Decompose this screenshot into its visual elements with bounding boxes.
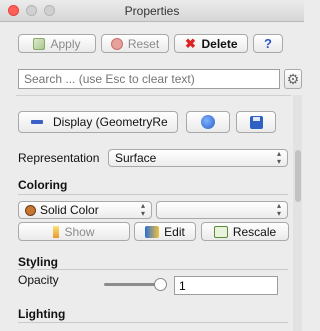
rescale-button[interactable]: Rescale bbox=[201, 222, 289, 241]
representation-value: Surface bbox=[115, 151, 157, 165]
display-button[interactable]: Display (GeometryRe bbox=[18, 111, 178, 133]
select-arrows-icon: ▴ ▾ bbox=[140, 201, 145, 218]
lighting-heading: Lighting bbox=[18, 307, 66, 321]
apply-icon bbox=[33, 37, 46, 50]
search-input[interactable] bbox=[18, 69, 280, 89]
display-line-icon bbox=[31, 120, 43, 124]
gear-icon: ⚙ bbox=[286, 70, 300, 87]
opacity-input[interactable] bbox=[174, 276, 278, 295]
help-icon: ? bbox=[264, 36, 272, 51]
reset-button[interactable]: Reset bbox=[101, 34, 169, 53]
refresh-icon bbox=[201, 115, 215, 129]
save-icon bbox=[249, 115, 263, 129]
reset-icon bbox=[110, 37, 123, 50]
coloring-mode-select[interactable]: Solid Color ▴ ▾ bbox=[18, 201, 152, 219]
styling-divider bbox=[18, 269, 288, 270]
delete-x-icon: ✖ bbox=[185, 35, 196, 51]
show-color-legend-button[interactable]: Show bbox=[18, 222, 130, 241]
title-bar: Properties bbox=[0, 0, 304, 22]
window-title: Properties bbox=[124, 4, 180, 18]
rescale-label: Rescale bbox=[232, 224, 277, 239]
representation-label: Representation bbox=[18, 151, 100, 165]
opacity-slider-knob[interactable] bbox=[154, 278, 167, 291]
apply-label: Apply bbox=[50, 36, 81, 51]
opacity-label: Opacity bbox=[18, 273, 59, 287]
coloring-heading: Coloring bbox=[18, 178, 68, 192]
representation-select[interactable]: Surface ▴ ▾ bbox=[108, 149, 288, 167]
coloring-mode-value: Solid Color bbox=[40, 203, 99, 217]
delete-button[interactable]: ✖ Delete bbox=[174, 34, 248, 53]
refresh-button[interactable] bbox=[186, 111, 230, 133]
rescale-icon bbox=[213, 225, 228, 238]
scrollbar-track[interactable] bbox=[293, 95, 302, 331]
color-map-edit-icon bbox=[145, 225, 160, 238]
edit-label: Edit bbox=[164, 224, 185, 239]
styling-heading: Styling bbox=[18, 255, 59, 269]
color-array-select[interactable]: ▴ ▾ bbox=[156, 201, 288, 219]
save-button[interactable] bbox=[236, 111, 276, 133]
solid-color-swatch-icon bbox=[25, 204, 36, 216]
coloring-mode-value-wrap: Solid Color bbox=[25, 203, 99, 217]
advanced-settings-button[interactable]: ⚙ bbox=[284, 69, 302, 89]
scrollbar-thumb[interactable] bbox=[295, 150, 301, 202]
select-arrows-icon: ▴ ▾ bbox=[276, 149, 281, 166]
lighting-divider bbox=[18, 322, 288, 323]
select-arrows-icon: ▴ ▾ bbox=[276, 201, 281, 218]
show-label: Show bbox=[64, 224, 95, 239]
coloring-divider bbox=[18, 194, 288, 195]
color-legend-icon bbox=[53, 225, 60, 238]
reset-label: Reset bbox=[127, 36, 160, 51]
display-label: Display (GeometryRe bbox=[53, 115, 168, 129]
help-button[interactable]: ? bbox=[253, 34, 283, 53]
delete-label: Delete bbox=[201, 36, 238, 51]
edit-color-map-button[interactable]: Edit bbox=[134, 222, 196, 241]
apply-button[interactable]: Apply bbox=[18, 34, 96, 53]
